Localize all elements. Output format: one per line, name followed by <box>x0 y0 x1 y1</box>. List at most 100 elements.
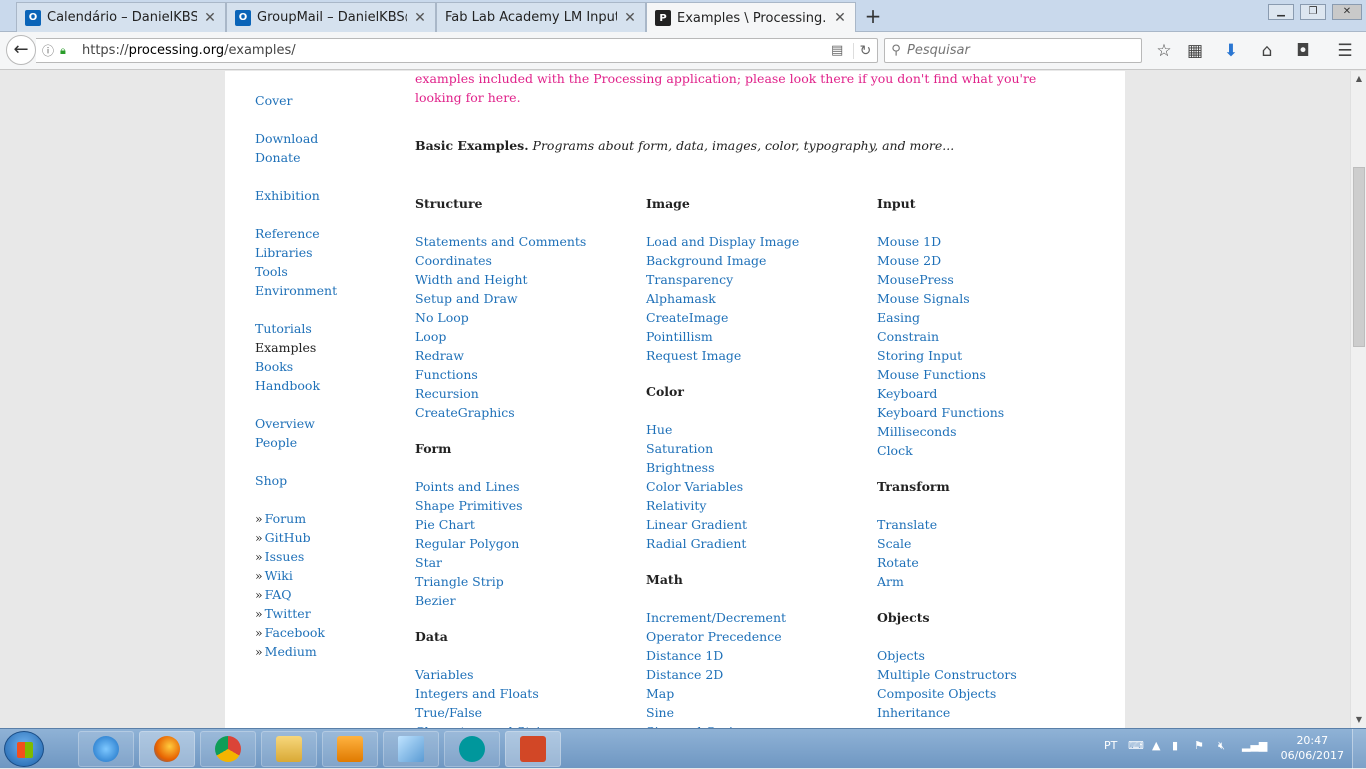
example-link[interactable]: Distance 2D <box>646 665 876 684</box>
sidebar-external-link[interactable]: » Issues <box>255 547 405 566</box>
chrome-icon[interactable] <box>200 731 256 767</box>
sidebar-external-link[interactable]: » Facebook <box>255 623 405 642</box>
sidebar-item-shop[interactable]: Shop <box>255 471 405 490</box>
arduino-icon[interactable] <box>444 731 500 767</box>
example-link[interactable]: Pie Chart <box>415 515 645 534</box>
example-link[interactable]: Multiple Constructors <box>877 665 1107 684</box>
example-link[interactable]: Hue <box>646 420 876 439</box>
example-link[interactable]: Operator Precedence <box>646 627 876 646</box>
home-icon[interactable]: ⌂ <box>1255 39 1279 63</box>
sidebar-item-download[interactable]: Download <box>255 129 405 148</box>
example-link[interactable]: Easing <box>877 308 1107 327</box>
language-indicator[interactable]: PT <box>1104 739 1117 752</box>
keyboard-icon[interactable]: ⌨ <box>1128 739 1144 752</box>
media-player-icon[interactable] <box>322 731 378 767</box>
example-link[interactable]: Radial Gradient <box>646 534 876 553</box>
powerpoint-icon[interactable] <box>505 731 561 767</box>
notepad-icon[interactable] <box>383 731 439 767</box>
show-desktop-button[interactable] <box>1352 729 1366 769</box>
example-link[interactable]: Increment/Decrement <box>646 608 876 627</box>
address-bar[interactable]: ⓘ 🔒︎ https://processing.org/examples/ ▤ … <box>36 38 878 63</box>
file-explorer-icon[interactable] <box>261 731 317 767</box>
example-link[interactable]: Mouse Signals <box>877 289 1107 308</box>
sidebar-external-link[interactable]: » Forum <box>255 509 405 528</box>
back-button[interactable]: ← <box>6 35 36 65</box>
example-link[interactable]: Functions <box>415 365 645 384</box>
example-link[interactable]: Setup and Draw <box>415 289 645 308</box>
example-link[interactable]: Alphamask <box>646 289 876 308</box>
sidebar-external-link[interactable]: » Wiki <box>255 566 405 585</box>
sidebar-item-overview[interactable]: Overview <box>255 414 405 433</box>
example-link[interactable]: Brightness <box>646 458 876 477</box>
example-link[interactable]: Map <box>646 684 876 703</box>
example-link[interactable]: Star <box>415 553 645 572</box>
example-link[interactable]: Statements and Comments <box>415 232 645 251</box>
example-link[interactable]: Composite Objects <box>877 684 1107 703</box>
example-link[interactable]: Integers and Floats <box>415 684 645 703</box>
action-center-icon[interactable]: ⚑ <box>1194 739 1204 752</box>
example-link[interactable]: Mouse 2D <box>877 251 1107 270</box>
sidebar-item-books[interactable]: Books <box>255 357 405 376</box>
tab-fablab[interactable]: Fab Lab Academy LM Input Devic ✕ <box>436 2 646 32</box>
example-link[interactable]: Points and Lines <box>415 477 645 496</box>
scroll-down-icon[interactable]: ▼ <box>1351 712 1366 728</box>
example-link[interactable]: Arm <box>877 572 1107 591</box>
tab-processing[interactable]: P Examples \ Processing.org ✕ <box>646 2 856 33</box>
bookmarks-list-icon[interactable]: ▦ <box>1183 39 1207 63</box>
example-link[interactable]: Regular Polygon <box>415 534 645 553</box>
network-icon[interactable]: ▂▄▆ <box>1242 739 1267 752</box>
close-icon[interactable]: ✕ <box>203 10 217 26</box>
tab-groupmail[interactable]: O GroupMail – DanielKBS@insp ✕ <box>226 2 436 32</box>
sidebar-item-examples[interactable]: Examples <box>255 338 405 357</box>
example-link[interactable]: No Loop <box>415 308 645 327</box>
example-link[interactable]: Constrain <box>877 327 1107 346</box>
show-hidden-icons-icon[interactable]: ▲ <box>1152 739 1160 752</box>
sidebar-item-environment[interactable]: Environment <box>255 281 405 300</box>
example-link[interactable]: Sine <box>646 703 876 722</box>
example-link[interactable]: Rotate <box>877 553 1107 572</box>
minimize-icon[interactable]: ▁ <box>1268 4 1294 20</box>
volume-muted-icon[interactable]: 🔇︎ <box>1218 739 1225 753</box>
info-icon[interactable]: ⓘ <box>42 42 60 59</box>
search-input[interactable] <box>907 43 1127 58</box>
reader-view-icon[interactable]: ▤ <box>831 43 853 58</box>
example-link[interactable]: Transparency <box>646 270 876 289</box>
example-link[interactable]: MousePress <box>877 270 1107 289</box>
example-link[interactable]: Variables <box>415 665 645 684</box>
search-box[interactable]: ⚲ <box>884 38 1142 63</box>
sidebar-external-link[interactable]: » Twitter <box>255 604 405 623</box>
new-tab-button[interactable]: + <box>862 4 884 28</box>
example-link[interactable]: Width and Height <box>415 270 645 289</box>
scroll-up-icon[interactable]: ▲ <box>1351 71 1366 87</box>
example-link[interactable]: Mouse 1D <box>877 232 1107 251</box>
scroll-thumb[interactable] <box>1353 167 1365 347</box>
example-link[interactable]: Linear Gradient <box>646 515 876 534</box>
sidebar-item-people[interactable]: People <box>255 433 405 452</box>
example-link[interactable]: CreateImage <box>646 308 876 327</box>
example-link[interactable]: Triangle Strip <box>415 572 645 591</box>
sidebar-item-tutorials[interactable]: Tutorials <box>255 319 405 338</box>
download-icon[interactable]: ⬇ <box>1219 39 1243 63</box>
menu-icon[interactable]: ☰ <box>1333 39 1357 63</box>
example-link[interactable]: Milliseconds <box>877 422 1107 441</box>
example-link[interactable]: Background Image <box>646 251 876 270</box>
example-link[interactable]: Objects <box>877 646 1107 665</box>
reload-icon[interactable]: ↻ <box>853 42 877 59</box>
example-link[interactable]: Inheritance <box>877 703 1107 722</box>
sidebar-external-link[interactable]: » FAQ <box>255 585 405 604</box>
start-button[interactable] <box>4 731 44 767</box>
sidebar-external-link[interactable]: » Medium <box>255 642 405 661</box>
example-link[interactable]: Redraw <box>415 346 645 365</box>
close-icon[interactable]: ✕ <box>413 10 427 26</box>
example-link[interactable]: Translate <box>877 515 1107 534</box>
close-icon[interactable]: ✕ <box>833 10 847 26</box>
example-link[interactable]: Distance 1D <box>646 646 876 665</box>
vertical-scrollbar[interactable]: ▲ ▼ <box>1350 71 1366 728</box>
example-link[interactable]: Request Image <box>646 346 876 365</box>
close-icon[interactable]: ✕ <box>623 10 637 26</box>
example-link[interactable]: Scale <box>877 534 1107 553</box>
example-link[interactable]: Bezier <box>415 591 645 610</box>
battery-icon[interactable]: ▮ <box>1172 739 1178 752</box>
bookmark-star-icon[interactable]: ☆ <box>1152 39 1176 63</box>
system-clock[interactable]: 20:47 06/06/2017 <box>1281 733 1344 763</box>
